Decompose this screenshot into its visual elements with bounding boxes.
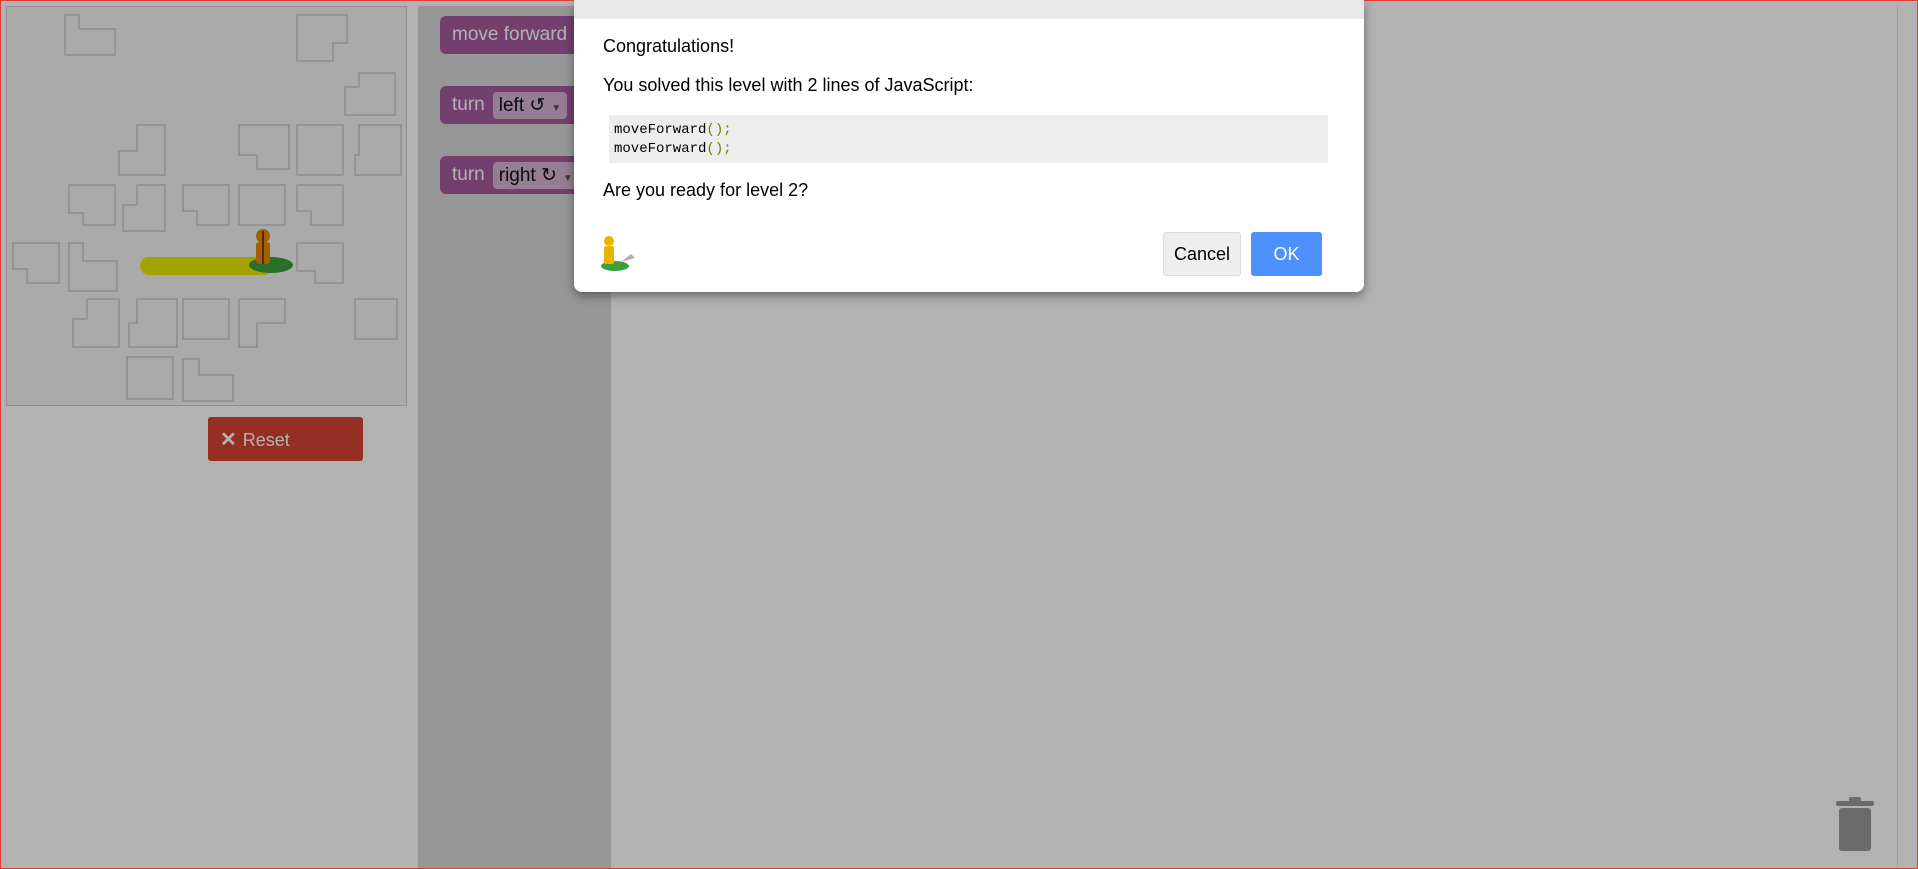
code-line: moveForward();: [614, 122, 732, 138]
dialog-title: Congratulations!: [603, 36, 735, 56]
code-block: moveForward(); moveForward();: [609, 115, 1328, 163]
dialog-header-bar: [574, 0, 1364, 19]
maze-app: ✕ Reset move forward turn left ↺ ▼ turn ri…: [0, 0, 1918, 869]
code-line: moveForward();: [614, 141, 732, 157]
ok-button[interactable]: OK: [1251, 232, 1322, 276]
success-dialog: Congratulations! You solved this level w…: [574, 0, 1364, 292]
dialog-question: Are you ready for level 2?: [603, 180, 809, 200]
pegman-icon: [601, 236, 635, 271]
cancel-button[interactable]: Cancel: [1163, 232, 1241, 276]
dialog-message: You solved this level with 2 lines of Ja…: [603, 75, 974, 95]
